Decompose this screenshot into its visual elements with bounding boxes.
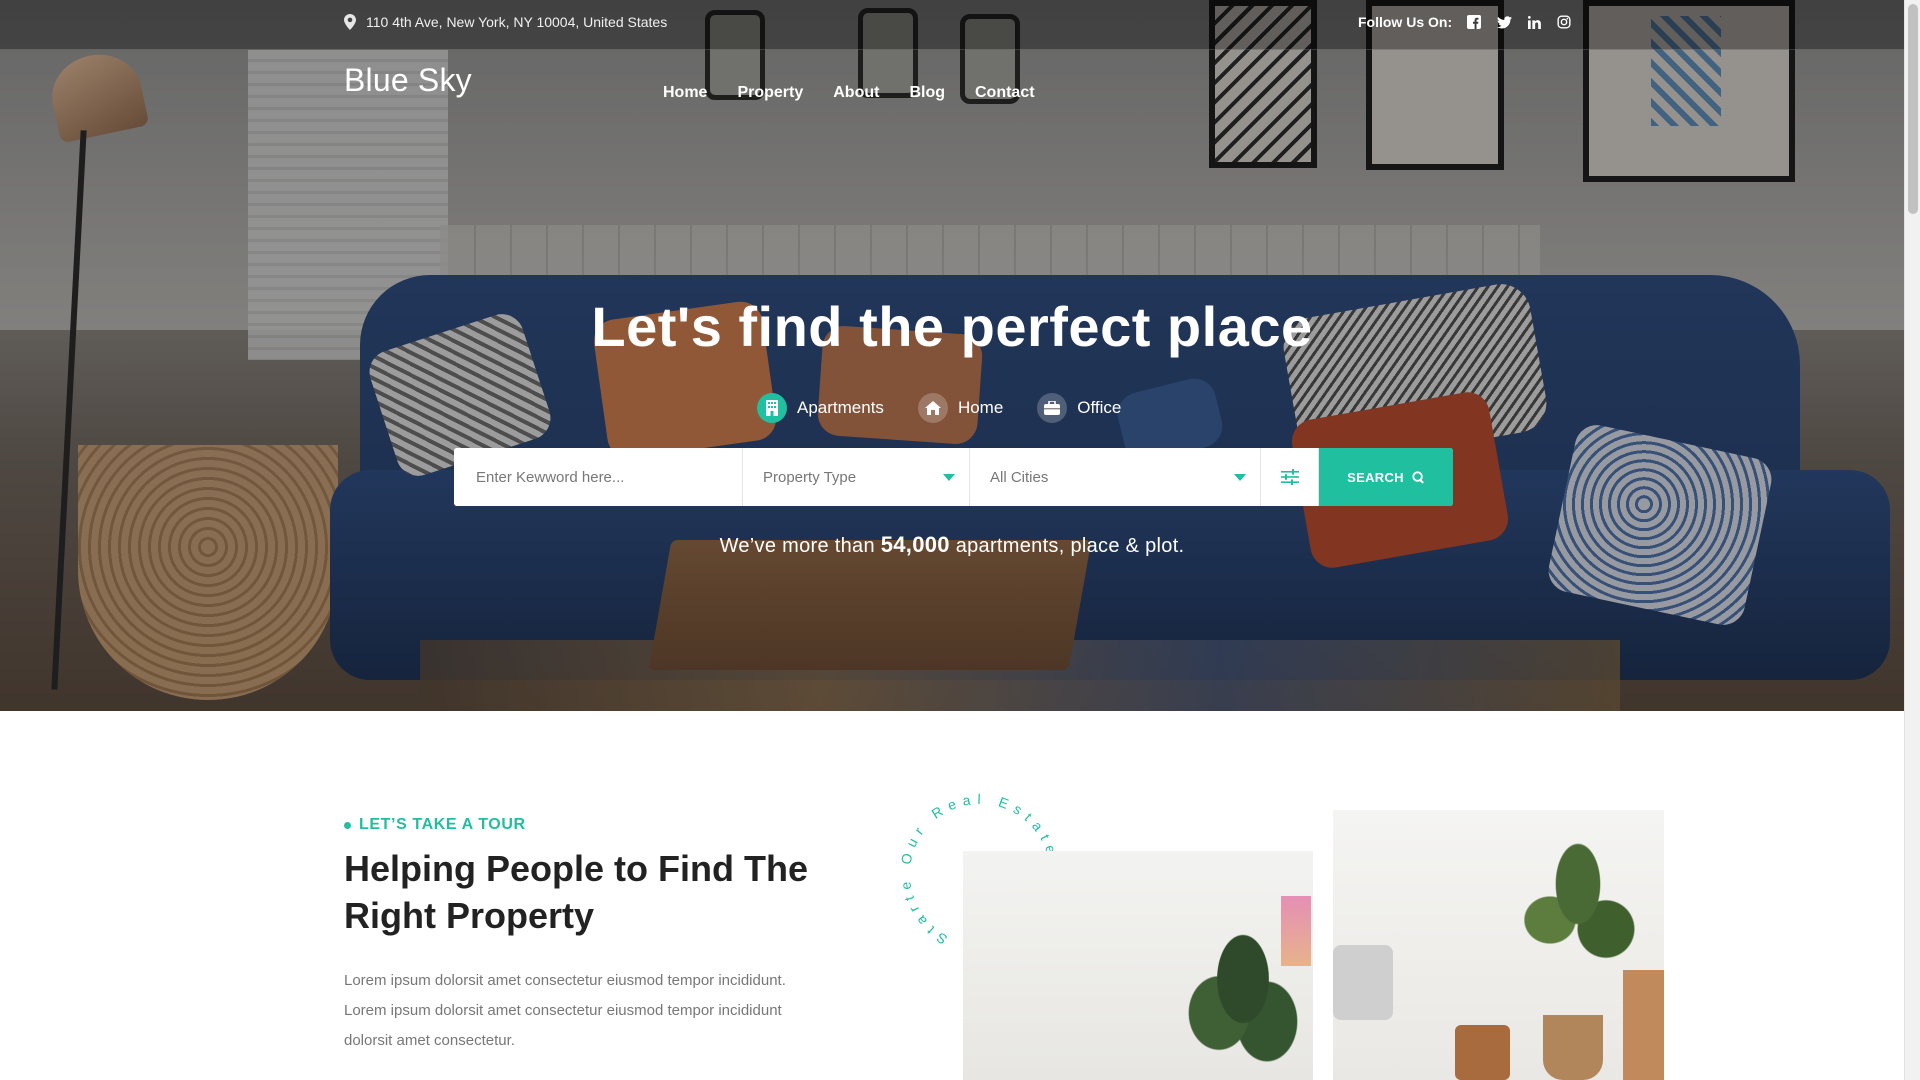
section-title: Helping People to Find The Right Propert… xyxy=(344,848,808,936)
hero-title: Let's find the perfect place xyxy=(591,295,1313,358)
stat-suffix: apartments, place & plot. xyxy=(955,535,1185,557)
photo-pillow xyxy=(1333,945,1393,1020)
search-button[interactable]: SEARCH xyxy=(1319,448,1453,506)
tab-apartments[interactable]: Apartments xyxy=(757,393,884,423)
search-bar: Property Type All Cities SEARCH xyxy=(454,448,1453,506)
photo-plant xyxy=(1183,911,1303,1080)
caret-down-icon xyxy=(943,474,955,481)
address: 110 4th Ave, New York, NY 10004, United … xyxy=(344,14,667,30)
search-icon xyxy=(1412,470,1424,484)
sliders-icon xyxy=(1280,469,1299,485)
follow-us: Follow Us On: xyxy=(1358,14,1572,30)
site-logo[interactable]: Blue Sky xyxy=(344,62,472,99)
stat-number: 54,000 xyxy=(880,532,950,557)
building-icon xyxy=(757,393,787,423)
photo-chair xyxy=(1623,970,1664,1080)
tab-home-label: Home xyxy=(957,398,1004,417)
linkedin-icon[interactable] xyxy=(1526,14,1542,30)
caret-down-icon xyxy=(1234,474,1246,481)
section-description: Lorem ipsum dolorsit amet consectetur ei… xyxy=(344,972,786,1049)
vertical-scrollbar[interactable] xyxy=(1904,0,1920,1080)
search-button-label: SEARCH xyxy=(1347,469,1404,485)
main-nav: Home Property About Blog Contact xyxy=(663,84,1065,102)
keyword-input[interactable] xyxy=(454,448,743,506)
instagram-icon[interactable] xyxy=(1556,14,1572,30)
home-icon xyxy=(917,393,948,423)
address-text: 110 4th Ave, New York, NY 10004, United … xyxy=(366,14,668,30)
scrollbar-thumb[interactable] xyxy=(1908,4,1918,214)
city-select[interactable]: All Cities xyxy=(970,448,1261,506)
nav-blog[interactable]: Blog xyxy=(909,84,945,102)
nav-contact[interactable]: Contact xyxy=(975,84,1035,102)
briefcase-icon xyxy=(1037,393,1068,423)
city-value: All Cities xyxy=(990,468,1049,486)
interior-photo xyxy=(1333,810,1664,1080)
tab-apartments-label: Apartments xyxy=(797,398,884,417)
property-type-select[interactable]: Property Type xyxy=(743,448,970,506)
photo-stool xyxy=(1455,1025,1510,1080)
eyebrow-text: LET’S TAKE A TOUR xyxy=(359,816,526,833)
eyebrow-dot xyxy=(344,821,351,829)
property-type-value: Property Type xyxy=(763,468,857,486)
interior-photo xyxy=(963,851,1313,1080)
facebook-icon[interactable] xyxy=(1466,14,1482,30)
tab-office[interactable]: Office xyxy=(1037,393,1121,423)
advanced-filter-button[interactable] xyxy=(1261,448,1319,506)
stat-prefix: We’ve more than xyxy=(719,535,875,557)
section-eyebrow: LET’S TAKE A TOUR xyxy=(344,816,526,834)
tab-home[interactable]: Home xyxy=(917,393,1004,423)
photo-pot xyxy=(1543,1015,1603,1080)
nav-about[interactable]: About xyxy=(833,84,879,102)
twitter-icon[interactable] xyxy=(1496,14,1512,30)
nav-home[interactable]: Home xyxy=(663,84,707,102)
tab-office-label: Office xyxy=(1077,398,1122,417)
topbar: 110 4th Ave, New York, NY 10004, United … xyxy=(0,0,1904,50)
nav-property[interactable]: Property xyxy=(737,84,803,102)
listing-stat: We’ve more than 54,000 apartments, place… xyxy=(0,532,1904,558)
follow-label: Follow Us On: xyxy=(1358,14,1453,30)
property-type-tabs: Apartments Home Office xyxy=(757,393,1155,423)
map-pin-icon xyxy=(344,14,356,30)
